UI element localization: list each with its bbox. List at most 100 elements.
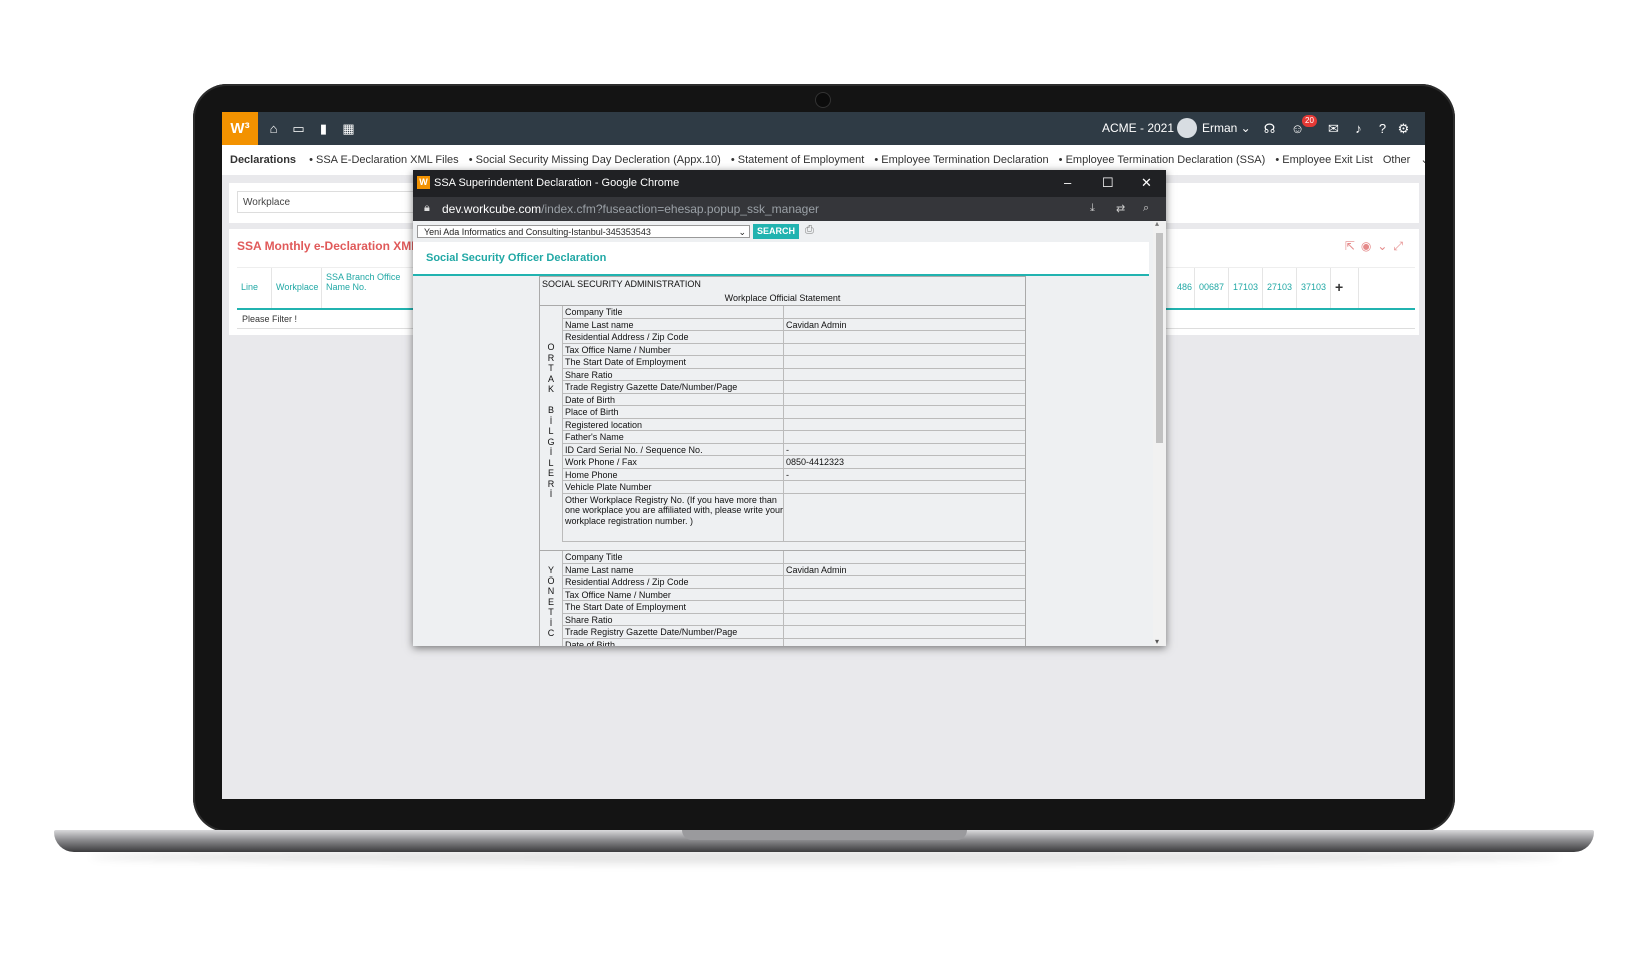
field-label: Residential Address / Zip Code — [565, 332, 689, 342]
column-header[interactable]: Line — [237, 268, 272, 308]
home-icon[interactable]: ⌂ — [266, 121, 281, 136]
popup-window: W SSA Superindentent Declaration - Googl… — [413, 170, 1166, 646]
column-header[interactable]: 27103 — [1263, 268, 1297, 308]
calendar-icon[interactable]: ▦ — [341, 121, 356, 136]
field-value — [783, 393, 1026, 405]
popup-body: Yeni Ada Informatics and Consulting-Ista… — [413, 221, 1153, 646]
declaration-document: SOCIAL SECURITY ADMINISTRATION Workplace… — [539, 276, 1026, 646]
field-value — [783, 493, 1026, 541]
field-value — [783, 626, 1026, 638]
column-header[interactable]: Workplace — [272, 268, 322, 308]
field-label: Residential Address / Zip Code — [565, 577, 689, 587]
address-bar[interactable]: 🔒︎ dev.workcube.com/index.cfm?fuseaction… — [413, 197, 1166, 221]
company-period[interactable]: ACME - 2021 — [1102, 121, 1174, 135]
subnav-item[interactable]: • SSA E-Declaration XML Files — [309, 154, 459, 166]
user-name[interactable]: Erman ⌄ — [1202, 121, 1251, 135]
field-value — [783, 381, 1026, 393]
table-row: The Start Date of Employment — [562, 601, 1025, 614]
field-label: Date of Birth — [565, 394, 616, 405]
page-title: Social Security Officer Declaration — [426, 252, 607, 264]
company-select[interactable]: Yeni Ada Informatics and Consulting-Ista… — [417, 225, 750, 238]
scrollbar[interactable]: ▴ ▾ — [1153, 219, 1166, 646]
help-icon[interactable]: ? — [1375, 121, 1390, 136]
field-label: Trade Registry Gazette Date/Number/Page — [565, 627, 738, 637]
field-label: The Start Date of Employment — [565, 602, 687, 612]
table-row: Trade Registry Gazette Date/Number/Page — [562, 626, 1025, 639]
zoom-icon[interactable]: ⌕ — [1143, 202, 1149, 215]
subnav-item[interactable]: • Social Security Missing Day Decleratio… — [469, 154, 721, 166]
install-icon[interactable]: ⤓ — [1090, 202, 1095, 215]
field-label: ID Card Serial No. / Sequence No. — [565, 444, 703, 455]
search-button[interactable]: SEARCH — [753, 224, 799, 239]
column-header[interactable]: 37103 — [1297, 268, 1331, 308]
add-column-icon[interactable]: + — [1331, 268, 1359, 308]
box-icon[interactable]: ▭ — [291, 121, 306, 136]
subnav-active[interactable]: Declarations — [230, 154, 296, 166]
bell-icon[interactable]: ♪ — [1351, 121, 1366, 136]
scroll-up-icon[interactable]: ▴ — [1155, 219, 1159, 228]
field-value — [783, 576, 1026, 588]
table-row: Trade Registry Gazette Date/Number/Page — [562, 381, 1025, 394]
field-value — [783, 551, 1026, 563]
field-label: Date of Birth — [565, 639, 616, 647]
notification-badge: 20 — [1302, 115, 1317, 127]
column-header[interactable]: 00687 — [1195, 268, 1229, 308]
page-title-bar: Social Security Officer Declaration — [413, 242, 1149, 276]
scrollbar-thumb[interactable] — [1156, 233, 1163, 443]
column-header[interactable]: 486 — [1173, 268, 1195, 308]
field-label: Tax Office Name / Number — [565, 344, 671, 355]
field-label: Share Ratio — [565, 614, 613, 625]
field-label: Registered location — [565, 419, 643, 430]
field-value — [783, 306, 1026, 318]
field-value: - — [783, 468, 1026, 480]
field-value — [783, 613, 1026, 625]
window-titlebar: W SSA Superindentent Declaration - Googl… — [413, 170, 1166, 197]
rows-manager: Company Title Name Last name Cavidan Admin… — [562, 551, 1025, 646]
scroll-down-icon[interactable]: ▾ — [1155, 637, 1159, 646]
print-icon[interactable]: ⎙ — [805, 224, 814, 237]
section-common-info: ORTAKBİLGİLERİ Company Title Name Last na… — [540, 305, 1026, 542]
table-row: Company Title — [562, 306, 1025, 319]
section-vertical-label: YÖNETİC — [547, 565, 555, 638]
table-row: Tax Office Name / Number — [562, 343, 1026, 356]
table-row: Home Phone - — [562, 468, 1026, 481]
field-label: The Start Date of Employment — [565, 357, 687, 367]
field-value — [783, 356, 1026, 368]
table-row: Residential Address / Zip Code — [562, 576, 1025, 589]
doc-header: SOCIAL SECURITY ADMINISTRATION — [542, 279, 701, 289]
maximize-icon[interactable]: ☐ — [1102, 175, 1114, 191]
avatar[interactable] — [1177, 118, 1197, 138]
subnav-item[interactable]: • Employee Termination Declaration (SSA) — [1059, 154, 1266, 166]
subnav-item[interactable]: • Employee Exit List — [1275, 154, 1372, 166]
workcube-logo[interactable]: W³ — [222, 112, 258, 145]
subnav-item[interactable]: • Statement of Employment — [731, 154, 864, 166]
table-row: Share Ratio — [562, 368, 1025, 381]
table-row: ID Card Serial No. / Sequence No. - — [562, 443, 1025, 456]
table-row: Other Workplace Registry No. (If you hav… — [562, 493, 1026, 542]
laptop-notch — [682, 830, 967, 840]
subnav-other[interactable]: Other ⌄ — [1383, 154, 1425, 166]
table-row: The Start Date of Employment — [562, 356, 1025, 369]
chat-icon[interactable]: ✉ — [1326, 121, 1341, 136]
field-label: Trade Registry Gazette Date/Number/Page — [565, 382, 738, 392]
column-header[interactable]: 17103 — [1229, 268, 1263, 308]
workplace-input[interactable]: Workplace — [237, 191, 442, 213]
field-value — [783, 431, 1026, 443]
column-header[interactable]: SSA Branch Office Name No. — [322, 268, 427, 308]
url[interactable]: dev.workcube.com/index.cfm?fuseaction=eh… — [442, 202, 819, 216]
table-row: Date of Birth — [562, 393, 1026, 406]
close-icon[interactable]: ✕ — [1141, 175, 1152, 191]
field-value — [783, 343, 1026, 355]
gear-icon[interactable]: ⚙ — [1396, 121, 1411, 136]
field-value — [783, 638, 1026, 646]
minimize-icon[interactable]: – — [1064, 175, 1071, 190]
panel-action-icons[interactable]: ⇱◉⌄⤢ — [1345, 239, 1409, 254]
headset-icon[interactable]: ☊ — [1262, 121, 1277, 136]
field-value — [783, 588, 1026, 600]
field-value — [783, 331, 1026, 343]
field-label: Place of Birth — [565, 407, 619, 417]
chart-icon[interactable]: ▮ — [316, 121, 331, 136]
translate-icon[interactable]: ⇄ — [1116, 202, 1125, 215]
subnav-item[interactable]: • Employee Termination Declaration — [874, 154, 1048, 166]
field-value: 0850-4412323 — [783, 456, 1026, 468]
